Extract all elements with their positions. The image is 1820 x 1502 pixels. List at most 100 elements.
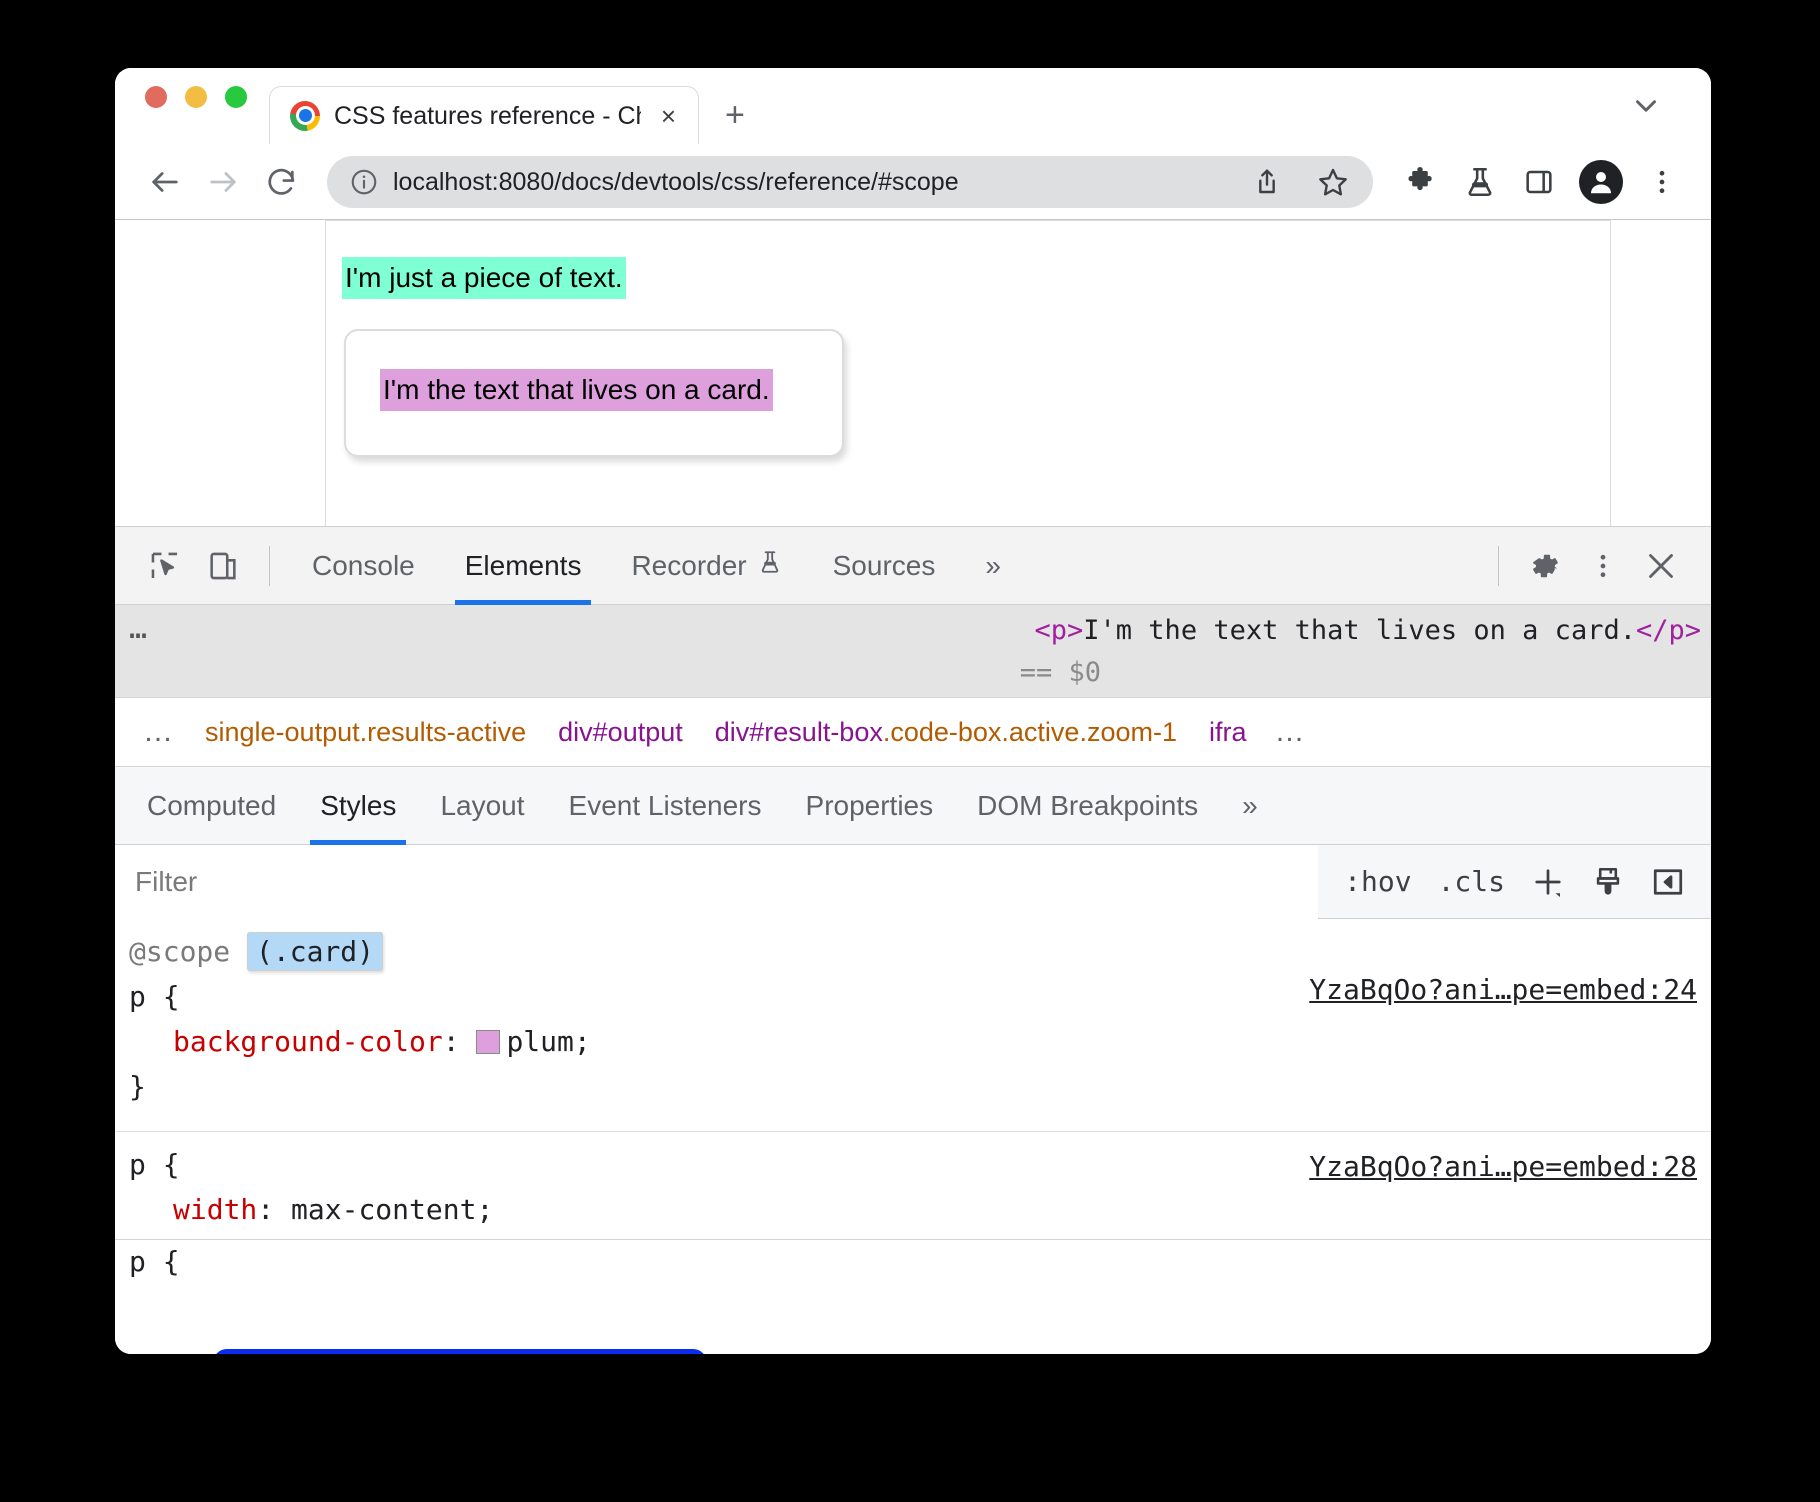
- toggle-element-state-button[interactable]: :hov: [1334, 865, 1421, 898]
- side-panel-icon[interactable]: [1513, 166, 1565, 198]
- paintbrush-icon[interactable]: [1581, 855, 1635, 909]
- breadcrumb-overflow-right[interactable]: …: [1263, 715, 1319, 749]
- share-icon[interactable]: [1241, 166, 1293, 198]
- toolbar-divider-right: [1498, 546, 1499, 586]
- tab-label: Console: [312, 550, 415, 582]
- dom-close-tag: </p>: [1636, 615, 1701, 646]
- screenshot-root: CSS features reference - Chrom × +: [0, 0, 1820, 1502]
- declaration-width[interactable]: width: max-content;: [115, 1187, 1711, 1232]
- star-icon[interactable]: [1307, 166, 1359, 198]
- reload-icon[interactable]: [255, 156, 307, 208]
- tab-recorder[interactable]: Recorder: [607, 527, 806, 605]
- tab-console[interactable]: Console: [288, 527, 439, 605]
- card-paragraph: I'm the text that lives on a card.: [380, 369, 773, 411]
- breadcrumb-item-output[interactable]: div#output: [542, 697, 699, 767]
- partial-selector-line[interactable]: p {: [115, 1240, 1711, 1279]
- window-traffic-lights: [137, 68, 269, 144]
- breadcrumb-item-result-box[interactable]: div#result-box.code-box.active.zoom-1: [699, 697, 1193, 767]
- property-value[interactable]: plum: [506, 1025, 573, 1058]
- site-info-icon[interactable]: [349, 167, 379, 197]
- breadcrumb-item-iframe[interactable]: ifra: [1193, 697, 1263, 767]
- styles-sidebar-tabs: Computed Styles Layout Event Listeners P…: [115, 767, 1711, 845]
- new-tab-button[interactable]: +: [725, 98, 745, 132]
- devtools-menu-icon[interactable]: [1575, 538, 1631, 594]
- filter-input[interactable]: [115, 845, 1318, 919]
- breadcrumb-classes: single-output.results-active: [205, 717, 526, 747]
- filter-actions: :hov .cls: [1318, 845, 1711, 919]
- breadcrumb-overflow-left[interactable]: …: [129, 715, 189, 749]
- settings-gear-icon[interactable]: [1517, 538, 1573, 594]
- tab-styles[interactable]: Styles: [298, 767, 418, 845]
- styles-filter-row: :hov .cls: [115, 845, 1711, 919]
- style-source-link[interactable]: YzaBqOo?ani…pe=embed:24: [1309, 967, 1697, 1012]
- dom-selected-node[interactable]: <p>I'm the text that lives on a card.</p…: [115, 609, 1701, 653]
- chrome-logo-icon: [290, 101, 320, 131]
- url-text: localhost:8080/docs/devtools/css/referen…: [393, 167, 1227, 197]
- page-viewport: I'm just a piece of text. I'm the text t…: [115, 220, 1711, 526]
- computed-sidebar-icon[interactable]: [1641, 855, 1695, 909]
- toolbar-divider: [269, 546, 270, 586]
- tab-layout[interactable]: Layout: [418, 767, 546, 845]
- browser-tab[interactable]: CSS features reference - Chrom ×: [269, 86, 699, 144]
- chrome-menu-icon[interactable]: [1637, 167, 1687, 197]
- scope-argument[interactable]: (.card): [247, 932, 383, 971]
- tab-elements[interactable]: Elements: [441, 527, 606, 605]
- address-bar[interactable]: localhost:8080/docs/devtools/css/referen…: [327, 156, 1373, 208]
- tab-strip: CSS features reference - Chrom × +: [115, 68, 1711, 144]
- sidebar-more-tabs-button[interactable]: »: [1220, 767, 1280, 845]
- dom-selected-marker: == $0: [115, 651, 1701, 695]
- minimize-window-button[interactable]: [185, 86, 207, 108]
- maximize-window-button[interactable]: [225, 86, 247, 108]
- css-rule-partial: p {: [115, 1239, 1711, 1279]
- breadcrumb-node: div#result-box: [715, 717, 883, 747]
- close-devtools-icon[interactable]: [1633, 538, 1689, 594]
- inspect-element-icon[interactable]: [137, 538, 193, 594]
- flask-icon: [757, 549, 783, 582]
- color-swatch[interactable]: [476, 1030, 500, 1054]
- dom-tree-strip: … <p>I'm the text that lives on a card.<…: [115, 605, 1711, 697]
- breadcrumb-node: ifra: [1209, 717, 1247, 747]
- dom-text-node: I'm the text that lives on a card.: [1083, 615, 1636, 646]
- breadcrumb-node: div#output: [558, 717, 683, 747]
- devtools-panel: Console Elements Recorder Sources »: [115, 526, 1711, 1354]
- property-value[interactable]: max-content: [291, 1193, 476, 1226]
- plain-paragraph: I'm just a piece of text.: [342, 257, 626, 299]
- extensions-puzzle-icon[interactable]: [1393, 165, 1447, 199]
- breadcrumb-item-single-output[interactable]: single-output.results-active: [189, 697, 542, 767]
- profile-avatar-icon[interactable]: [1579, 160, 1623, 204]
- lab-flask-icon[interactable]: [1453, 165, 1507, 199]
- tab-sources[interactable]: Sources: [809, 527, 960, 605]
- style-source-link[interactable]: YzaBqOo?ani…pe=embed:28: [1309, 1144, 1697, 1189]
- devtools-toolbar: Console Elements Recorder Sources »: [115, 527, 1711, 605]
- back-icon[interactable]: [139, 156, 191, 208]
- demo-iframe: I'm just a piece of text. I'm the text t…: [325, 220, 1611, 526]
- dom-open-tag: <p>: [1035, 615, 1084, 646]
- card-element: I'm the text that lives on a card.: [344, 329, 844, 457]
- property-name[interactable]: width: [173, 1193, 257, 1226]
- toggle-class-button[interactable]: .cls: [1428, 865, 1515, 898]
- new-style-rule-button[interactable]: [1521, 855, 1575, 909]
- tab-properties[interactable]: Properties: [784, 767, 956, 845]
- tab-label: Recorder: [631, 550, 746, 582]
- close-icon[interactable]: ×: [655, 103, 682, 129]
- device-toolbar-icon[interactable]: [195, 538, 251, 594]
- tab-label: Elements: [465, 550, 582, 582]
- forward-icon[interactable]: [197, 156, 249, 208]
- tab-event-listeners[interactable]: Event Listeners: [547, 767, 784, 845]
- property-name[interactable]: background-color: [173, 1025, 443, 1058]
- tab-label: Sources: [833, 550, 936, 582]
- browser-window: CSS features reference - Chrom × +: [115, 68, 1711, 1354]
- browser-toolbar: localhost:8080/docs/devtools/css/referen…: [115, 144, 1711, 220]
- chevron-down-icon[interactable]: [1629, 89, 1663, 128]
- more-tabs-button[interactable]: »: [961, 527, 1025, 605]
- css-rules-list: YzaBqOo?ani…pe=embed:24 @scope (.card) p…: [115, 919, 1711, 1279]
- tab-dom-breakpoints[interactable]: DOM Breakpoints: [955, 767, 1220, 845]
- breadcrumb: … single-output.results-active div#outpu…: [115, 697, 1711, 767]
- tab-computed[interactable]: Computed: [125, 767, 298, 845]
- tab-title: CSS features reference - Chrom: [334, 101, 641, 131]
- annotation-scope-rule: [213, 1349, 707, 1354]
- declaration-background-color[interactable]: background-color: plum;: [115, 1019, 1711, 1064]
- closing-brace: }: [115, 1064, 1711, 1109]
- close-window-button[interactable]: [145, 86, 167, 108]
- css-rule-scope: YzaBqOo?ani…pe=embed:24 @scope (.card) p…: [115, 919, 1711, 1132]
